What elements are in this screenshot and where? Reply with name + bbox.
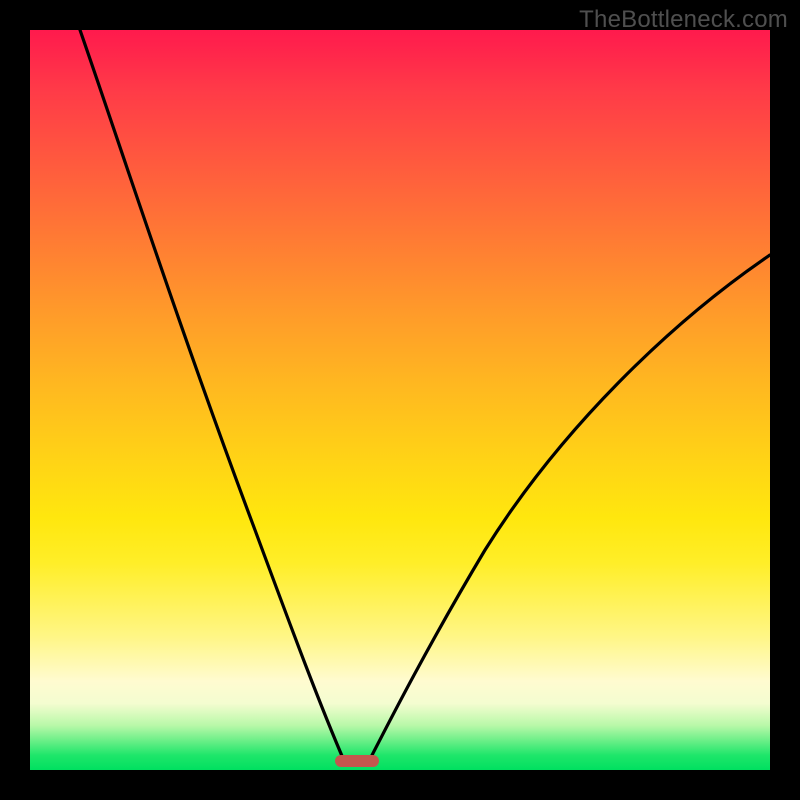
plot-area	[30, 30, 770, 770]
curve-left-branch	[80, 30, 345, 763]
bottleneck-marker	[335, 755, 379, 767]
chart-frame: TheBottleneck.com	[0, 0, 800, 800]
watermark-text: TheBottleneck.com	[579, 6, 788, 34]
curve-right-branch	[368, 255, 770, 763]
bottleneck-curve	[30, 30, 770, 770]
